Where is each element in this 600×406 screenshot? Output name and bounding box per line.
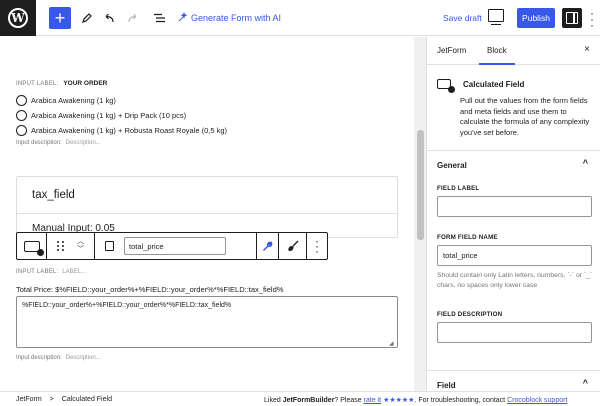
more-options-icon[interactable]: · · ·: [589, 7, 595, 31]
close-icon[interactable]: ×: [584, 44, 590, 55]
rating-stars-icon[interactable]: ★★★★★: [383, 397, 414, 404]
radio-button[interactable]: [16, 110, 27, 121]
footer-msg-suffix: . For troubleshooting, contact: [414, 397, 508, 404]
radio-button[interactable]: [16, 125, 27, 136]
form-field-name-caption: FORM FIELD NAME: [437, 234, 498, 241]
breadcrumb-separator-icon: >: [49, 396, 54, 403]
radio-button[interactable]: [16, 95, 27, 106]
wordpress-logo-button[interactable]: W: [0, 0, 36, 36]
block-toolbar: ︿﹀ ···: [16, 232, 328, 260]
calc-field-description: Input description: Description...: [16, 355, 101, 361]
block-type-button[interactable]: [17, 233, 47, 259]
block-card-title: Calculated Field: [463, 79, 525, 89]
input-label-placeholder[interactable]: LABEL...: [62, 269, 86, 275]
general-section-toggle[interactable]: General ^: [427, 150, 600, 178]
field-description-caption: FIELD DESCRIPTION: [437, 311, 503, 318]
move-up-down-icon[interactable]: ︿ ﹀: [77, 238, 84, 254]
block-card-description: Pull out the values from the form fields…: [460, 96, 590, 137]
description-caption: Input description:: [16, 355, 62, 361]
tax-field-block[interactable]: tax_field Manual Input: 0.05: [16, 176, 398, 238]
wordpress-logo-icon: W: [8, 8, 28, 28]
block-options-icon[interactable]: · · ·: [307, 233, 327, 259]
support-link[interactable]: Crocoblock support: [507, 397, 567, 404]
footer-msg-brand: JetFormBuilder: [282, 397, 335, 404]
divider: [17, 213, 397, 214]
drag-handle-icon[interactable]: [57, 241, 65, 251]
radio-option[interactable]: Arabica Awakening (1 kg) + Drip Pack (10…: [16, 110, 186, 121]
add-block-button[interactable]: +: [49, 7, 71, 29]
field-label-input[interactable]: [437, 196, 592, 217]
radio-option-label: Arabica Awakening (1 kg) + Robusta Roast…: [31, 126, 228, 135]
save-draft-button[interactable]: Save draft: [443, 13, 482, 23]
wrench-icon[interactable]: [257, 233, 279, 259]
settings-sidebar: JetForm Block × Calculated Field Pull ou…: [426, 37, 600, 391]
radio-option-label: Arabica Awakening (1 kg): [31, 96, 116, 105]
general-section-title: General: [437, 161, 467, 170]
footer-msg-prefix: Liked: [264, 397, 283, 404]
undo-icon[interactable]: [99, 8, 119, 28]
description-placeholder[interactable]: Description...: [66, 140, 101, 146]
description-caption: Input description:: [16, 140, 62, 146]
form-field-name-input[interactable]: [437, 245, 592, 266]
editor-footer: JetForm > Calculated Field Liked JetForm…: [0, 391, 600, 406]
field-name-group: [95, 233, 257, 259]
breadcrumb-item[interactable]: JetForm: [16, 396, 42, 403]
redo-icon[interactable]: [123, 8, 143, 28]
field-section-title: Field: [437, 381, 456, 390]
settings-icon[interactable]: [562, 8, 582, 28]
description-placeholder[interactable]: Description...: [66, 355, 101, 361]
generate-form-ai-label: Generate Form with AI: [191, 13, 282, 23]
calc-field-label-row: INPUT LABEL: LABEL...: [16, 269, 86, 275]
input-label-value[interactable]: YOUR ORDER: [63, 80, 107, 87]
editor-top-toolbar: W + Generate Form with AI Save draft Pub…: [0, 0, 600, 36]
radio-option[interactable]: Arabica Awakening (1 kg): [16, 95, 116, 106]
block-card-header: Calculated Field: [437, 79, 525, 93]
field-label-caption: FIELD LABEL: [437, 185, 480, 192]
form-field-name-help: Should contain only Latin letters, numbe…: [437, 272, 593, 289]
radio-field-label-row: INPUT LABEL: YOUR ORDER: [16, 80, 107, 87]
block-mover: ︿ ﹀: [47, 233, 95, 259]
total-price-text: Total Price: $%FIELD::your_order%+%FIELD…: [16, 285, 284, 294]
calculated-field-icon: [23, 240, 44, 256]
resize-handle-icon[interactable]: ◢: [389, 340, 394, 347]
tab-jetform[interactable]: JetForm: [437, 46, 466, 55]
breadcrumb: JetForm > Calculated Field: [16, 396, 112, 403]
field-section-toggle[interactable]: Field ^: [427, 370, 600, 391]
calculated-field-icon: [437, 79, 455, 93]
formula-textarea[interactable]: %FIELD::your_order%+%FIELD::your_order%*…: [16, 296, 398, 348]
tab-block[interactable]: Block: [479, 46, 514, 65]
radio-field-description: Input description: Description...: [16, 140, 101, 146]
preview-icon[interactable]: [488, 9, 504, 25]
sparkle-icon: [178, 11, 188, 24]
publish-button[interactable]: Publish: [517, 8, 555, 28]
pencil-icon[interactable]: [76, 8, 96, 28]
field-name-input[interactable]: [124, 237, 226, 255]
radio-option-label: Arabica Awakening (1 kg) + Drip Pack (10…: [31, 111, 187, 120]
field-description-input[interactable]: [437, 322, 592, 343]
tax-field-name: tax_field: [32, 189, 75, 201]
list-view-icon[interactable]: [149, 8, 169, 28]
input-label-caption: INPUT LABEL:: [16, 81, 59, 87]
chevron-up-icon: ^: [582, 158, 588, 168]
copy-icon[interactable]: [103, 239, 114, 251]
brush-icon[interactable]: [279, 233, 307, 259]
footer-rating-message: Liked JetFormBuilder? Please rate it ★★★…: [264, 396, 567, 404]
chevron-up-icon: ^: [582, 378, 588, 388]
breadcrumb-item[interactable]: Calculated Field: [62, 396, 112, 403]
generate-form-ai-button[interactable]: Generate Form with AI: [178, 11, 282, 24]
rate-it-link[interactable]: rate it: [364, 397, 382, 404]
input-label-caption: INPUT LABEL:: [16, 269, 59, 275]
radio-option[interactable]: Arabica Awakening (1 kg) + Robusta Roast…: [16, 125, 227, 136]
footer-msg-mid: ? Please: [334, 397, 364, 404]
sidebar-tabs: JetForm Block ×: [427, 37, 600, 65]
canvas-scrollbar-thumb[interactable]: [417, 130, 424, 240]
